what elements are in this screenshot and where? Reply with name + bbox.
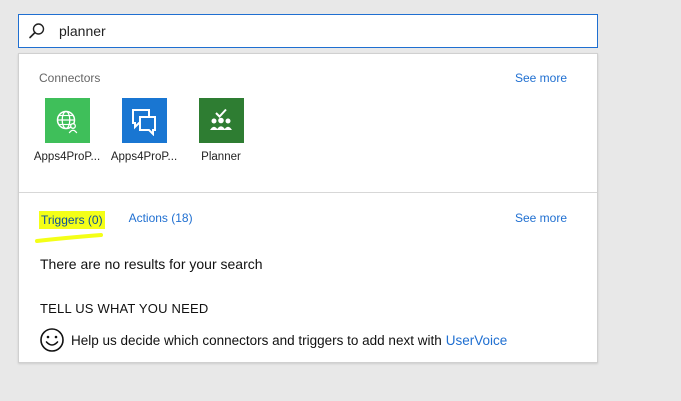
search-input[interactable]: planner	[18, 14, 598, 48]
page: planner Connectors See more Apps4ProP...…	[0, 0, 681, 401]
connectors-see-more-link[interactable]: See more	[515, 71, 567, 85]
results-section: Triggers (0) Actions (18) See more There…	[19, 194, 597, 364]
search-icon	[19, 15, 55, 47]
connector-tile-apps4pro-1[interactable]: Apps4ProP...	[31, 98, 103, 163]
connector-tile-label: Planner	[201, 151, 241, 163]
uservoice-link[interactable]: UserVoice	[446, 333, 508, 348]
results-see-more-link[interactable]: See more	[515, 211, 567, 225]
search-results-panel: Connectors See more Apps4ProP... Apps4Pr…	[18, 53, 598, 363]
no-results-message: There are no results for your search	[40, 256, 263, 272]
connector-tile-planner[interactable]: Planner	[185, 98, 257, 163]
tab-triggers-label: Triggers (0)	[41, 213, 103, 227]
smile-icon	[39, 327, 65, 353]
tab-actions[interactable]: Actions (18)	[129, 211, 193, 229]
tell-us-heading: TELL US WHAT YOU NEED	[40, 301, 209, 316]
connector-tile-label: Apps4ProP...	[33, 151, 101, 163]
connectors-section: Connectors See more Apps4ProP... Apps4Pr…	[19, 54, 597, 193]
globe-person-icon	[44, 98, 90, 143]
results-tabs: Triggers (0) Actions (18)	[35, 211, 193, 243]
help-text: Help us decide which connectors and trig…	[71, 332, 442, 348]
planner-people-check-icon	[198, 98, 244, 143]
tab-triggers[interactable]: Triggers (0)	[35, 211, 105, 243]
chat-bubbles-icon	[121, 98, 167, 143]
connector-tile-label: Apps4ProP...	[110, 151, 178, 163]
connector-tile-apps4pro-2[interactable]: Apps4ProP...	[108, 98, 180, 163]
search-value: planner	[59, 23, 106, 39]
uservoice-help-row: Help us decide which connectors and trig…	[39, 327, 507, 353]
connector-tiles: Apps4ProP... Apps4ProP... Planner	[31, 98, 257, 163]
connectors-title: Connectors	[39, 71, 101, 85]
